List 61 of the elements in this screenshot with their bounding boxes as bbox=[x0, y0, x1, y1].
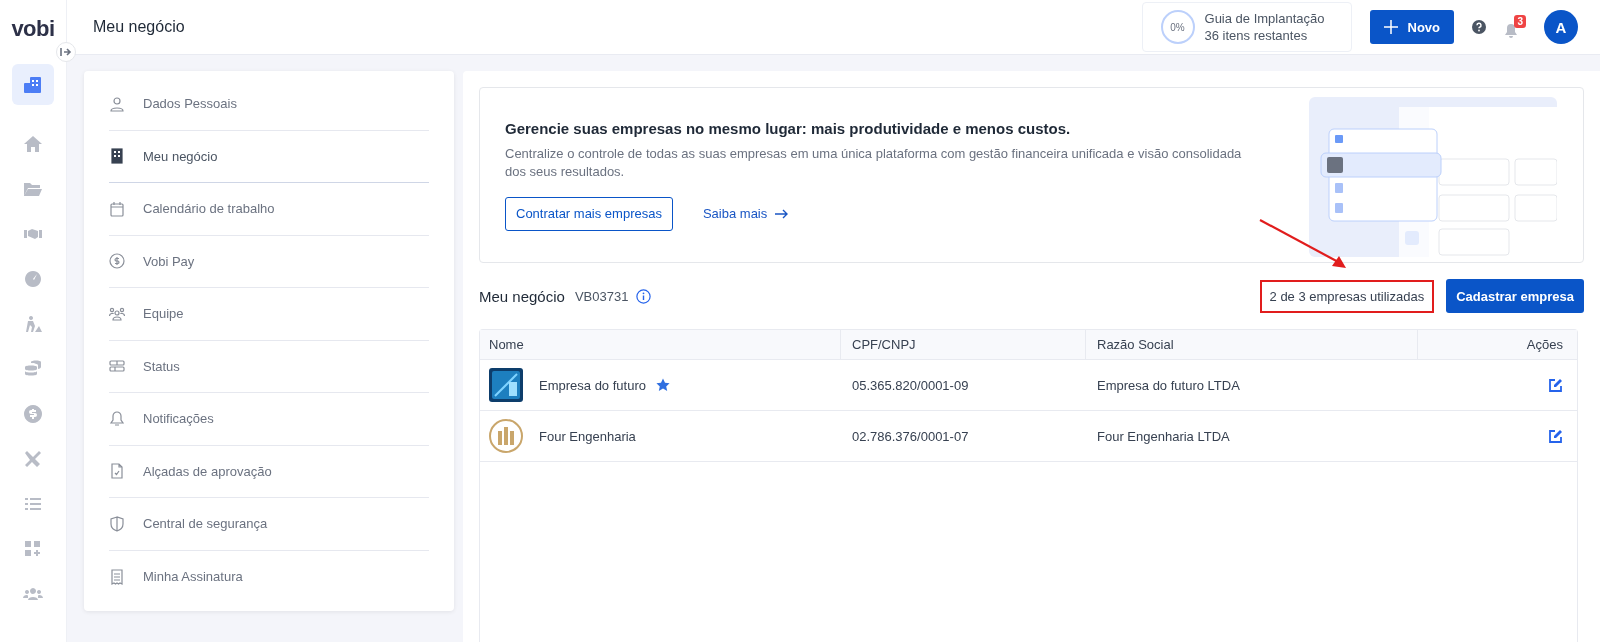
table-cell-text: 02.786.376/0001-07 bbox=[851, 428, 970, 444]
bell-icon bbox=[109, 410, 125, 427]
section-title: Meu negócio bbox=[479, 287, 565, 305]
settings-menu-item[interactable]: Meu negócio bbox=[109, 130, 429, 183]
star-icon[interactable] bbox=[655, 378, 670, 392]
building-icon[interactable] bbox=[12, 64, 54, 105]
guide-subtitle: 36 itens restantes bbox=[1204, 27, 1309, 44]
info-icon[interactable] bbox=[636, 288, 652, 304]
guide-card[interactable]: 0% Guia de Implantação 36 itens restantes bbox=[1141, 2, 1352, 52]
new-button[interactable]: Novo bbox=[1369, 10, 1454, 44]
settings-menu-item[interactable]: Minha Assinatura bbox=[109, 550, 429, 603]
receipt-icon bbox=[109, 568, 125, 585]
settings-menu-item[interactable]: Vobi Pay bbox=[109, 235, 429, 288]
company-logo-icon bbox=[489, 368, 523, 402]
building-icon bbox=[109, 148, 125, 165]
help-icon[interactable] bbox=[1472, 20, 1486, 34]
table-cell-text: Empresa do futuro LTDA bbox=[1096, 377, 1241, 393]
companies-usage: 2 de 3 empresas utilizadas bbox=[1259, 279, 1435, 313]
arrow-icon bbox=[60, 46, 72, 58]
learn-more-link[interactable]: Saiba mais bbox=[702, 206, 790, 221]
hire-companies-button[interactable]: Contratar mais empresas bbox=[505, 196, 673, 231]
doc-icon bbox=[109, 463, 125, 480]
settings-menu-item[interactable]: Calendário de trabalho bbox=[109, 183, 429, 236]
user-avatar[interactable]: A bbox=[1544, 10, 1578, 44]
register-company-button[interactable]: Cadastrar empresa bbox=[1446, 279, 1584, 313]
settings-menu-item[interactable]: Equipe bbox=[109, 288, 429, 341]
column-header: Ações bbox=[1525, 337, 1564, 352]
collapse-button[interactable] bbox=[56, 42, 76, 62]
company-name: Empresa do futuro bbox=[539, 377, 646, 393]
company-name: Four Engenharia bbox=[539, 428, 636, 444]
team-icon bbox=[109, 305, 125, 322]
banner-text: Centralize o controle de todas as suas empresas em uma única plataforma com gestão financeira unificada e visão consolidada dos seus resultados. bbox=[505, 144, 1243, 181]
settings-menu-item[interactable]: Status bbox=[109, 340, 429, 393]
table-cell-text: Four Engenharia LTDA bbox=[1096, 428, 1231, 444]
notification-count: 3 bbox=[1514, 15, 1526, 28]
account-code: VB03731 bbox=[574, 288, 629, 304]
dollar-icon bbox=[109, 253, 125, 270]
notifications-button[interactable]: 3 bbox=[1504, 15, 1526, 39]
column-header: Razão Social bbox=[1086, 330, 1418, 359]
vobi-logo: vobi bbox=[11, 16, 55, 42]
shield-icon bbox=[109, 515, 125, 532]
banner-title: Gerencie suas empresas no mesmo lugar: mais produtividade e menos custos. bbox=[505, 119, 1072, 137]
status-icon bbox=[109, 358, 125, 375]
arrow-icon bbox=[775, 207, 790, 220]
user-icon bbox=[109, 95, 125, 112]
settings-menu-item[interactable]: Central de segurança bbox=[109, 498, 429, 551]
column-header: Nome bbox=[480, 330, 841, 359]
guide-title: Guia de Implantação bbox=[1204, 10, 1325, 27]
plus-icon bbox=[1383, 20, 1398, 34]
progress-ring: 0% bbox=[1160, 10, 1195, 44]
company-logo-icon bbox=[489, 419, 523, 453]
calendar-icon bbox=[109, 200, 125, 217]
settings-menu-item[interactable]: Dados Pessoais bbox=[109, 78, 429, 131]
edit-icon[interactable] bbox=[1548, 428, 1563, 444]
bell-icon bbox=[1504, 23, 1518, 39]
table-cell-text: 05.365.820/0001-09 bbox=[851, 377, 970, 393]
column-header: CPF/CNPJ bbox=[841, 330, 1086, 359]
edit-icon[interactable] bbox=[1548, 377, 1563, 393]
settings-menu-item[interactable]: Alçadas de aprovação bbox=[109, 445, 429, 498]
page-title: Meu negócio bbox=[93, 18, 186, 36]
settings-menu-item[interactable]: Notificações bbox=[109, 393, 429, 446]
